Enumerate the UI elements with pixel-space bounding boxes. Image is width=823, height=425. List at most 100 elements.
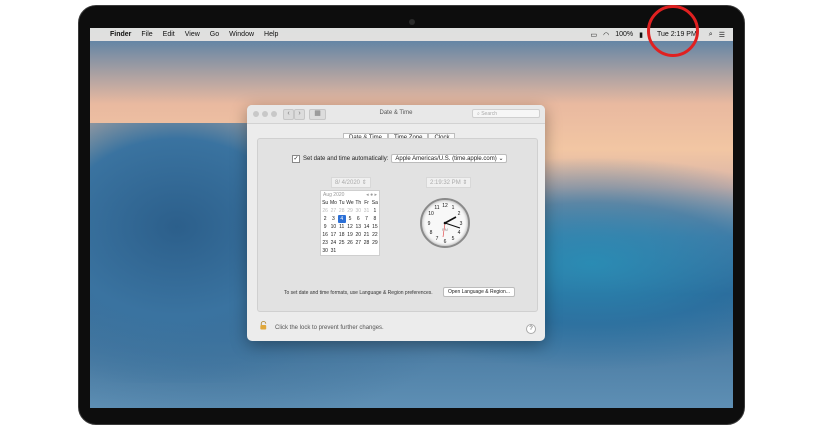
calendar-day[interactable]: 11 — [338, 223, 346, 231]
auto-time-checkbox[interactable]: ✓ — [292, 154, 300, 163]
calendar-day[interactable]: 6 — [354, 215, 362, 223]
clock-ampm: PM — [442, 227, 448, 232]
time-stepper-icon[interactable]: ⇕ — [462, 180, 467, 186]
date-time-panel: ✓ Set date and time automatically: Apple… — [257, 138, 538, 312]
calendar-weekday: We — [346, 200, 354, 206]
calendar-day[interactable]: 1 — [371, 207, 379, 215]
calendar-day[interactable]: 12 — [346, 223, 354, 231]
lock-message: Click the lock to prevent further change… — [275, 325, 384, 331]
search-field[interactable]: ⌕ Search — [472, 109, 540, 118]
calendar-day[interactable]: 10 — [329, 223, 337, 231]
menu-app-finder[interactable]: Finder — [110, 31, 131, 38]
calendar-day[interactable]: 23 — [321, 239, 329, 247]
calendar-day[interactable]: 31 — [329, 247, 337, 255]
search-icon: ⌕ — [477, 111, 480, 117]
menu-help[interactable]: Help — [264, 31, 278, 38]
time-value: 2:19:32 PM — [430, 180, 461, 186]
calendar-weekday: Sa — [371, 200, 378, 206]
auto-time-row: ✓ Set date and time automatically: Apple… — [292, 154, 508, 163]
highlight-circle — [647, 5, 699, 57]
calendar-day[interactable]: 2 — [321, 215, 329, 223]
time-server-select[interactable]: Apple Americas/U.S. (time.apple.com) ⌄ — [391, 154, 508, 163]
formats-footnote: To set date and time formats, use Langua… — [284, 290, 433, 296]
calendar-day[interactable]: 21 — [362, 231, 370, 239]
help-button[interactable]: ? — [526, 324, 536, 334]
calendar-weekday: Fr — [364, 200, 369, 206]
calendar-day[interactable]: 7 — [362, 215, 370, 223]
calendar-day[interactable]: 27 — [329, 207, 337, 215]
calendar-day[interactable]: 4 — [337, 215, 346, 223]
calendar-day[interactable]: 5 — [346, 215, 354, 223]
calendar-day[interactable]: 25 — [338, 239, 346, 247]
time-server-value: Apple Americas/U.S. (time.apple.com) — [395, 156, 497, 162]
calendar: Aug 2020 ◂ ● ▸ Su Mo Tu We Th Fr Sa 26 27 28 29 30 3… — [320, 190, 380, 256]
calendar-day[interactable]: 28 — [362, 239, 370, 247]
calendar-weekday: Su — [322, 200, 329, 206]
menu-window[interactable]: Window — [229, 31, 254, 38]
svg-text:6: 6 — [444, 239, 447, 245]
svg-text:4: 4 — [458, 230, 461, 236]
search-placeholder: Search — [481, 111, 498, 117]
calendar-day[interactable]: 14 — [362, 223, 370, 231]
calendar-weekday: Th — [355, 200, 362, 206]
airplay-icon[interactable]: ▭ — [590, 31, 597, 39]
wifi-icon[interactable]: ◠ — [603, 31, 609, 39]
svg-text:3: 3 — [460, 221, 463, 227]
svg-text:2: 2 — [458, 211, 461, 217]
svg-text:12: 12 — [442, 203, 448, 209]
calendar-day[interactable]: 17 — [329, 231, 337, 239]
svg-text:11: 11 — [434, 205, 439, 211]
analog-clock: 12 1 2 345 678 9 10 11 PM — [420, 198, 470, 248]
notification-center-icon[interactable]: ☰ — [719, 31, 725, 39]
menu-bar: Finder File Edit View Go Window Help ▭ ◠… — [90, 28, 733, 41]
menu-view[interactable]: View — [185, 31, 200, 38]
clock-face: 12 12 345 678 91011 PM — [428, 203, 463, 245]
calendar-day[interactable]: 26 — [346, 239, 354, 247]
svg-text:8: 8 — [430, 230, 433, 236]
chevron-down-icon: ⌄ — [498, 156, 504, 162]
open-language-region-button[interactable]: Open Language & Region... — [443, 287, 515, 297]
svg-text:1: 1 — [452, 205, 455, 211]
calendar-day[interactable]: 30 — [354, 207, 362, 215]
lock-icon[interactable] — [259, 321, 268, 330]
calendar-day[interactable]: 18 — [338, 231, 346, 239]
date-field[interactable]: 8/ 4/2020 ⇕ — [331, 177, 371, 188]
calendar-weekday: Tu — [338, 200, 345, 206]
calendar-day[interactable]: 31 — [362, 207, 370, 215]
menu-go[interactable]: Go — [210, 31, 219, 38]
calendar-day[interactable]: 9 — [321, 223, 329, 231]
calendar-day[interactable]: 19 — [346, 231, 354, 239]
calendar-day[interactable]: 29 — [346, 207, 354, 215]
calendar-day[interactable]: 24 — [329, 239, 337, 247]
svg-text:7: 7 — [436, 236, 439, 242]
battery-icon[interactable]: ▮ — [639, 31, 643, 39]
calendar-day[interactable]: 27 — [354, 239, 362, 247]
calendar-day[interactable]: 15 — [371, 223, 379, 231]
date-time-window: ‹ › ▦ Date & Time ⌕ Search Date & Time T… — [247, 105, 545, 341]
calendar-nav-icon[interactable]: ◂ ● ▸ — [366, 192, 377, 198]
time-field[interactable]: 2:19:32 PM ⇕ — [426, 177, 472, 188]
calendar-day[interactable]: 28 — [338, 207, 346, 215]
calendar-weekday: Mo — [329, 200, 337, 206]
auto-time-label: Set date and time automatically: — [303, 155, 389, 162]
spotlight-icon[interactable]: ⌕ — [709, 31, 713, 39]
date-value: 8/ 4/2020 — [335, 180, 361, 186]
calendar-day[interactable]: 29 — [371, 239, 379, 247]
svg-text:5: 5 — [452, 236, 455, 242]
calendar-day[interactable]: 16 — [321, 231, 329, 239]
calendar-header: Aug 2020 ◂ ● ▸ — [321, 191, 379, 199]
calendar-day[interactable]: 26 — [321, 207, 329, 215]
calendar-day[interactable]: 3 — [329, 215, 337, 223]
calendar-day[interactable]: 20 — [354, 231, 362, 239]
battery-percent[interactable]: 100% — [615, 31, 633, 38]
svg-text:9: 9 — [428, 221, 431, 227]
calendar-day[interactable]: 13 — [354, 223, 362, 231]
date-stepper-icon[interactable]: ⇕ — [362, 180, 367, 186]
menu-file[interactable]: File — [141, 31, 152, 38]
calendar-day[interactable]: 22 — [371, 231, 379, 239]
camera — [409, 19, 415, 25]
menu-edit[interactable]: Edit — [163, 31, 175, 38]
calendar-day[interactable]: 30 — [321, 247, 329, 255]
calendar-day[interactable]: 8 — [371, 215, 379, 223]
calendar-month: Aug 2020 — [323, 192, 345, 198]
